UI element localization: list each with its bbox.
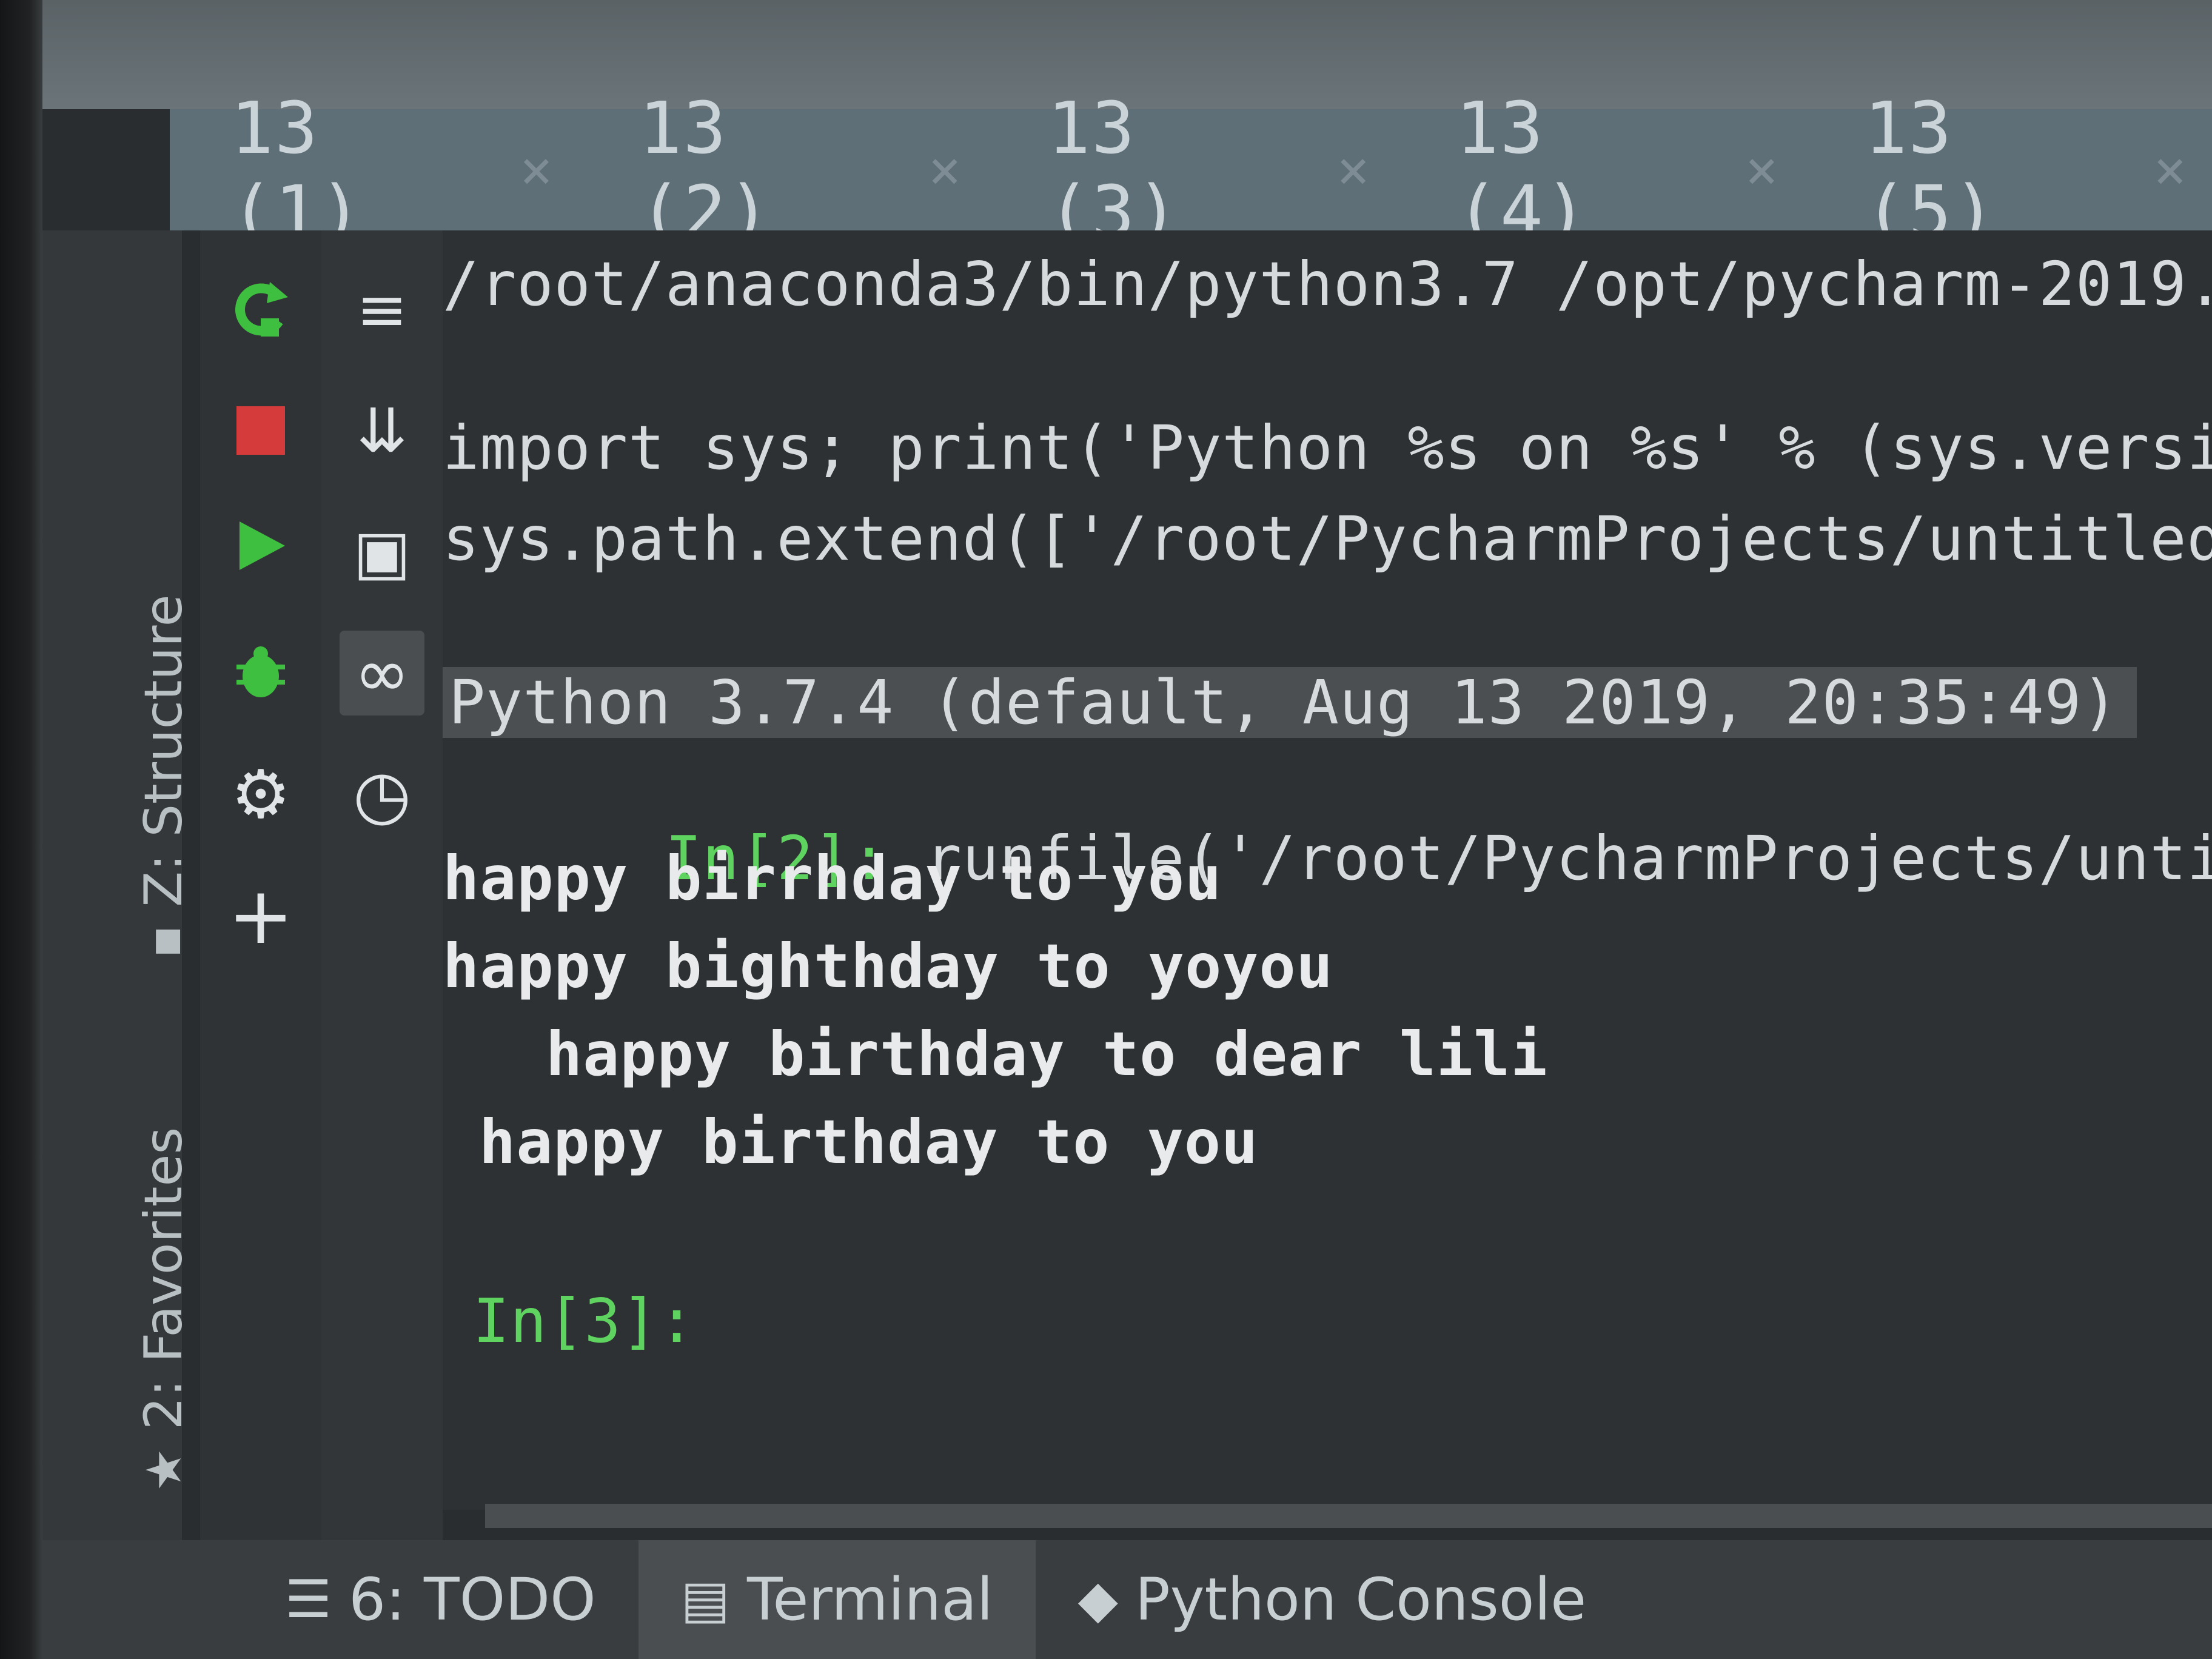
console-toolbar-primary: ⚙ + — [200, 230, 321, 1540]
favorites-label: 2: Favorites — [133, 1127, 194, 1430]
python-icon: ◆ — [1078, 1569, 1118, 1630]
tab-label: 13 (2) — [638, 86, 772, 253]
python-console-output[interactable]: /root/anaconda3/bin/python3.7 /opt/pycha… — [443, 230, 2212, 1510]
tab-label: 13 (4) — [1455, 86, 1589, 253]
close-icon[interactable]: × — [928, 138, 962, 202]
screen: 13 (1) × 13 (2) × 13 (3) × 13 (4) × 13 (… — [0, 0, 2212, 1659]
close-icon[interactable]: × — [2154, 138, 2188, 202]
tab-label: 13 (3) — [1047, 86, 1181, 253]
scroll-to-end-icon[interactable]: ⇊ — [340, 388, 424, 473]
console-line-syspath: sys.path.extend(['/root/PycharmProjects/… — [443, 503, 2212, 574]
console-line-version-banner: Python 3.7.4 (default, Aug 13 2019, 20:3… — [443, 667, 2137, 738]
rerun-icon[interactable] — [218, 267, 303, 352]
output-line-4: happy birthday to you — [479, 1107, 1259, 1178]
list-icon: ☰ — [285, 1569, 332, 1630]
python-console-label: Python Console — [1134, 1566, 1587, 1634]
close-icon[interactable]: × — [520, 138, 554, 202]
horizontal-scrollbar[interactable] — [485, 1504, 2212, 1528]
settings-gear-icon[interactable]: ⚙ — [218, 752, 303, 837]
todo-tool-tab[interactable]: ☰ 6: TODO — [243, 1540, 638, 1659]
left-tool-strip: ▪ Z: Structure ★ 2: Favorites — [42, 230, 194, 1540]
python-console-tool-tab[interactable]: ◆ Python Console — [1036, 1540, 1629, 1659]
close-icon[interactable]: × — [1745, 138, 1779, 202]
bottom-tool-window-bar: ☰ 6: TODO ▤ Terminal ◆ Python Console — [42, 1540, 2212, 1659]
show-variables-icon[interactable]: ∞ — [340, 631, 424, 716]
terminal-icon: ▤ — [680, 1569, 730, 1630]
structure-icon: ▪ — [135, 925, 192, 958]
console-line-interpreter: /root/anaconda3/bin/python3.7 /opt/pycha… — [443, 249, 2212, 320]
favorites-tool-button[interactable]: ★ 2: Favorites — [133, 1127, 194, 1492]
stop-icon[interactable] — [218, 388, 303, 473]
tab-13-1[interactable]: 13 (1) × — [170, 86, 578, 253]
output-line-1: happy birrhday to you — [443, 843, 1222, 914]
star-icon: ★ — [135, 1448, 192, 1492]
prompt-in3[interactable]: In[3]: — [473, 1285, 732, 1356]
monitor-bezel — [0, 0, 42, 1659]
print-icon[interactable]: ▣ — [340, 509, 424, 594]
soft-wrap-icon[interactable]: ≡ — [340, 267, 424, 352]
tab-13-2[interactable]: 13 (2) × — [578, 86, 987, 253]
output-line-2: happy bighthday to yoyou — [443, 931, 1333, 1002]
plus-icon[interactable]: + — [218, 870, 303, 962]
structure-tool-button[interactable]: ▪ Z: Structure — [133, 594, 194, 958]
tab-label: 13 (5) — [1864, 86, 1997, 253]
structure-label: Z: Structure — [133, 594, 194, 907]
debug-icon[interactable] — [218, 631, 303, 716]
history-clock-icon[interactable]: ◷ — [340, 752, 424, 837]
console-toolbar-secondary: ≡ ⇊ ▣ ∞ ◷ — [321, 230, 443, 1540]
todo-label: 6: TODO — [349, 1566, 596, 1634]
close-icon[interactable]: × — [1337, 138, 1371, 202]
run-icon[interactable] — [218, 503, 303, 588]
stop-square — [236, 406, 285, 455]
tab-label: 13 (1) — [230, 86, 364, 253]
bug-icon-svg — [236, 646, 285, 697]
tab-13-4[interactable]: 13 (4) × — [1395, 86, 1804, 253]
console-line-import: import sys; print('Python %s on %s' % (s… — [443, 412, 2212, 483]
run-icon-svg — [240, 521, 285, 570]
terminal-label: Terminal — [747, 1566, 993, 1634]
rerun-icon-svg — [235, 282, 288, 337]
editor-tab-bar: 13 (1) × 13 (2) × 13 (3) × 13 (4) × 13 (… — [170, 86, 2212, 253]
output-line-3: happy birthday to dear lili — [546, 1019, 1548, 1090]
tab-13-5[interactable]: 13 (5) × — [1803, 86, 2212, 253]
tab-13-3[interactable]: 13 (3) × — [987, 86, 1395, 253]
terminal-tool-tab[interactable]: ▤ Terminal — [638, 1540, 1036, 1659]
